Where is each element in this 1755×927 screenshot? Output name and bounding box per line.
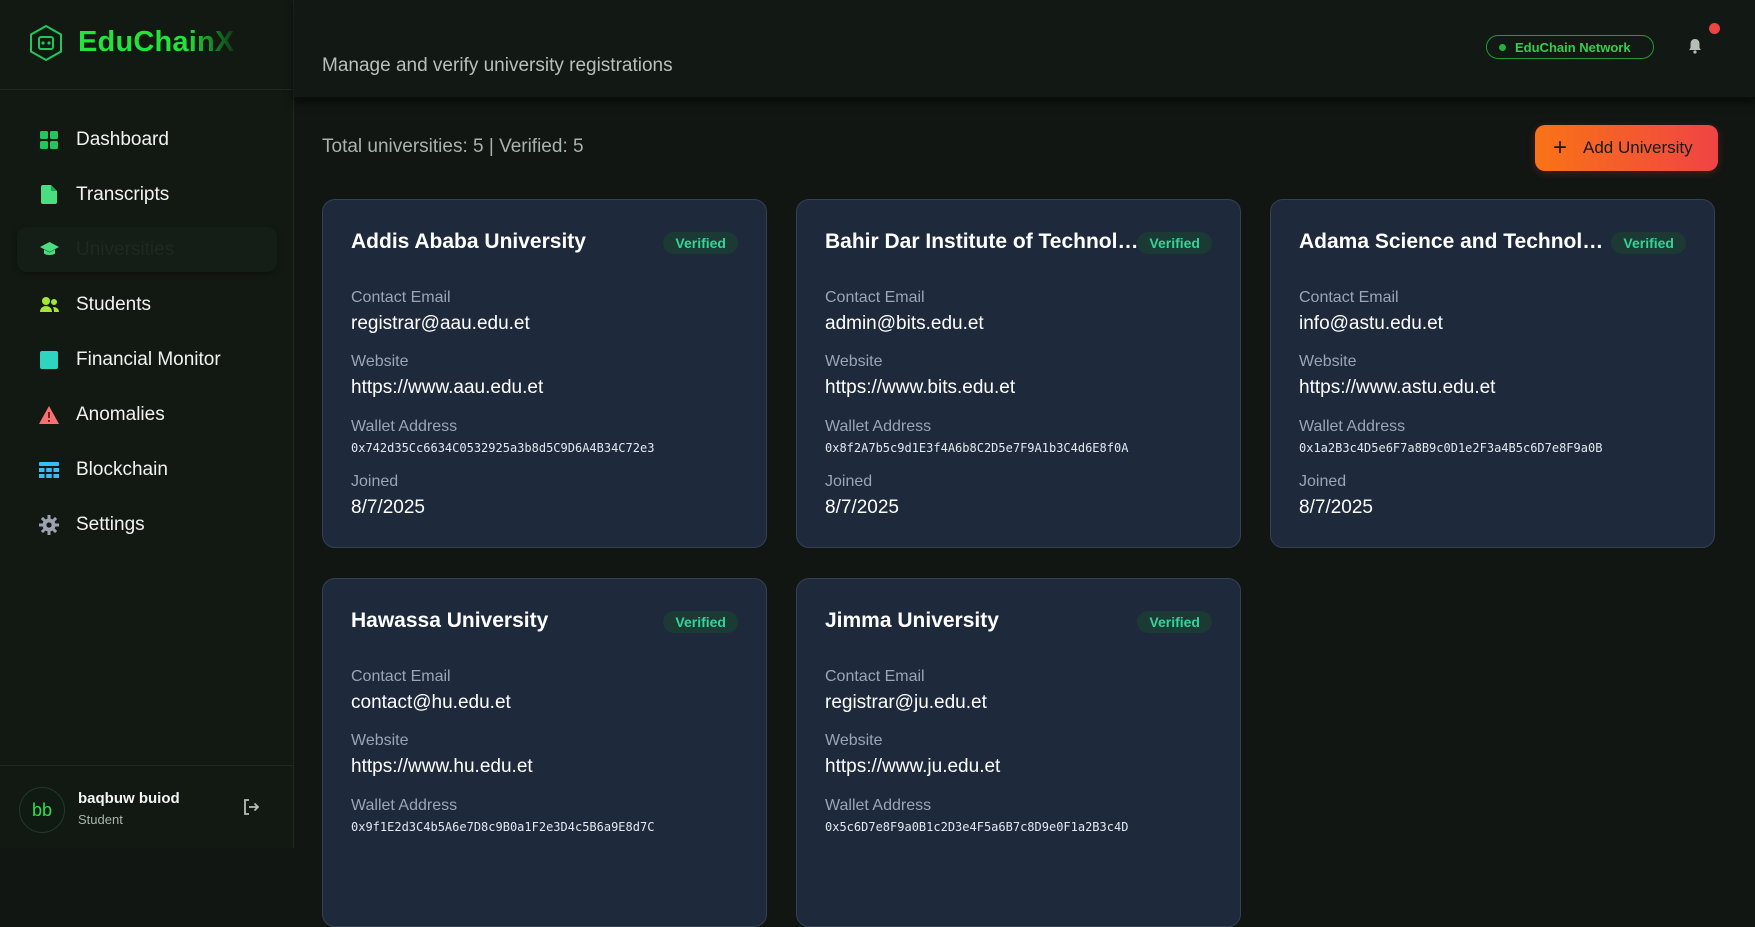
document-icon — [39, 185, 59, 205]
joined-value: 8/7/2025 — [351, 497, 425, 518]
wallet-address-value: 0x8f2A7b5c9d1E3f4A6b8C2D5e7F9A1b3C4d6E8f… — [825, 441, 1129, 455]
brand: EduChainX — [0, 0, 293, 90]
contact-email-value: admin@bits.edu.et — [825, 313, 984, 334]
sidebar-item-label: Students — [76, 293, 151, 315]
wallet-address-label: Wallet Address — [1299, 418, 1406, 435]
status-badge: Verified — [1611, 232, 1686, 254]
wallet-address-value: 0x9f1E2d3C4b5A6e7D8c9B0a1F2e3D4c5B6a9E8d… — [351, 820, 655, 834]
contact-email-label: Contact Email — [1299, 289, 1399, 306]
brand-name: EduChainX — [78, 26, 235, 58]
wallet-address-label: Wallet Address — [351, 797, 458, 814]
sidebar-item-anomalies[interactable]: Anomalies — [17, 392, 277, 437]
users-icon — [39, 295, 59, 315]
network-status-dot — [1499, 44, 1506, 51]
square-icon — [39, 350, 59, 370]
user-name: baqbuw buiod — [78, 790, 180, 807]
sidebar-item-transcripts[interactable]: Transcripts — [17, 172, 277, 217]
sidebar-item-financial-monitor[interactable]: Financial Monitor — [17, 337, 277, 382]
network-label: EduChain Network — [1515, 39, 1631, 55]
graduation-cap-icon — [39, 240, 59, 260]
notification-badge — [1709, 23, 1720, 34]
logo-icon — [30, 25, 62, 61]
contact-email-label: Contact Email — [351, 668, 451, 685]
contact-email-value: info@astu.edu.et — [1299, 313, 1443, 334]
website-label: Website — [351, 732, 409, 749]
grid-icon — [39, 130, 59, 150]
sidebar-item-settings[interactable]: Settings — [17, 502, 277, 547]
website-label: Website — [825, 353, 883, 370]
page-subtitle: Manage and verify university registratio… — [322, 55, 673, 76]
university-card[interactable]: Addis Ababa University Verified Contact … — [322, 199, 767, 548]
sidebar-item-label: Dashboard — [76, 128, 169, 150]
university-card[interactable]: Bahir Dar Institute of Technology Verifi… — [796, 199, 1241, 548]
university-name: Adama Science and Technology University — [1299, 230, 1604, 253]
contact-email-value: registrar@aau.edu.et — [351, 313, 530, 334]
university-name: Hawassa University — [351, 609, 549, 632]
sidebar: EduChainX Dashboard Transcripts Universi… — [0, 0, 294, 848]
joined-value: 8/7/2025 — [1299, 497, 1373, 518]
contact-email-label: Contact Email — [825, 668, 925, 685]
sidebar-item-label: Settings — [76, 513, 145, 535]
website-value: https://www.bits.edu.et — [825, 377, 1016, 398]
sidebar-item-dashboard[interactable]: Dashboard — [17, 117, 277, 162]
gear-icon — [39, 514, 59, 535]
sidebar-item-label: Anomalies — [76, 403, 165, 425]
sidebar-nav: Dashboard Transcripts Universities Stude… — [17, 117, 277, 557]
user-role: Student — [78, 812, 123, 827]
website-value: https://www.hu.edu.et — [351, 756, 533, 777]
wallet-address-label: Wallet Address — [825, 797, 932, 814]
joined-value: 8/7/2025 — [825, 497, 899, 518]
status-badge: Verified — [1137, 611, 1212, 633]
user-profile: bb baqbuw buiod Student — [0, 765, 293, 849]
university-card[interactable]: Hawassa University Verified Contact Emai… — [322, 578, 767, 927]
sidebar-item-universities[interactable]: Universities — [17, 227, 277, 272]
contact-email-value: registrar@ju.edu.et — [825, 692, 987, 713]
website-label: Website — [1299, 353, 1357, 370]
logout-icon[interactable] — [242, 798, 260, 816]
joined-label: Joined — [351, 473, 399, 490]
university-name: Addis Ababa University — [351, 230, 586, 253]
add-university-button[interactable]: + Add University — [1535, 125, 1718, 171]
university-name: Bahir Dar Institute of Technology — [825, 230, 1140, 253]
sidebar-item-label: Blockchain — [76, 458, 168, 480]
contact-email-label: Contact Email — [351, 289, 451, 306]
contact-email-value: contact@hu.edu.et — [351, 692, 511, 713]
website-label: Website — [351, 353, 409, 370]
top-header: Manage and verify university registratio… — [294, 0, 1755, 99]
wallet-address-value: 0x5c6D7e8F9a0B1c2D3e4F5a6B7c8D9e0F1a2B3c… — [825, 820, 1129, 834]
university-card[interactable]: Jimma University Verified Contact Email … — [796, 578, 1241, 927]
wallet-address-label: Wallet Address — [351, 418, 458, 435]
sidebar-item-blockchain[interactable]: Blockchain — [17, 447, 277, 492]
joined-label: Joined — [1299, 473, 1347, 490]
status-badge: Verified — [1137, 232, 1212, 254]
avatar[interactable]: bb — [19, 787, 65, 833]
sidebar-item-students[interactable]: Students — [17, 282, 277, 327]
warning-icon — [39, 405, 59, 425]
bell-icon[interactable] — [1686, 37, 1704, 55]
wallet-address-label: Wallet Address — [825, 418, 932, 435]
blocks-icon — [39, 460, 59, 480]
wallet-address-value: 0x1a2B3c4D5e6F7a8B9c0D1e2F3a4B5c6D7e8F9a… — [1299, 441, 1603, 455]
website-label: Website — [825, 732, 883, 749]
website-value: https://www.ju.edu.et — [825, 756, 1001, 777]
website-value: https://www.astu.edu.et — [1299, 377, 1496, 398]
university-name: Jimma University — [825, 609, 999, 632]
joined-label: Joined — [825, 473, 873, 490]
university-card[interactable]: Adama Science and Technology University … — [1270, 199, 1715, 548]
sidebar-item-label: Transcripts — [76, 183, 170, 205]
status-badge: Verified — [663, 232, 738, 254]
sidebar-item-label: Universities — [76, 238, 175, 260]
network-status-badge[interactable]: EduChain Network — [1486, 35, 1654, 59]
sidebar-item-label: Financial Monitor — [76, 348, 221, 370]
wallet-address-value: 0x742d35Cc6634C0532925a3b8d5C9D6A4B34C72… — [351, 441, 655, 455]
add-university-label: Add University — [1583, 138, 1693, 157]
website-value: https://www.aau.edu.et — [351, 377, 544, 398]
status-badge: Verified — [663, 611, 738, 633]
plus-icon: + — [1553, 134, 1568, 161]
universities-summary: Total universities: 5 | Verified: 5 — [322, 136, 584, 157]
contact-email-label: Contact Email — [825, 289, 925, 306]
